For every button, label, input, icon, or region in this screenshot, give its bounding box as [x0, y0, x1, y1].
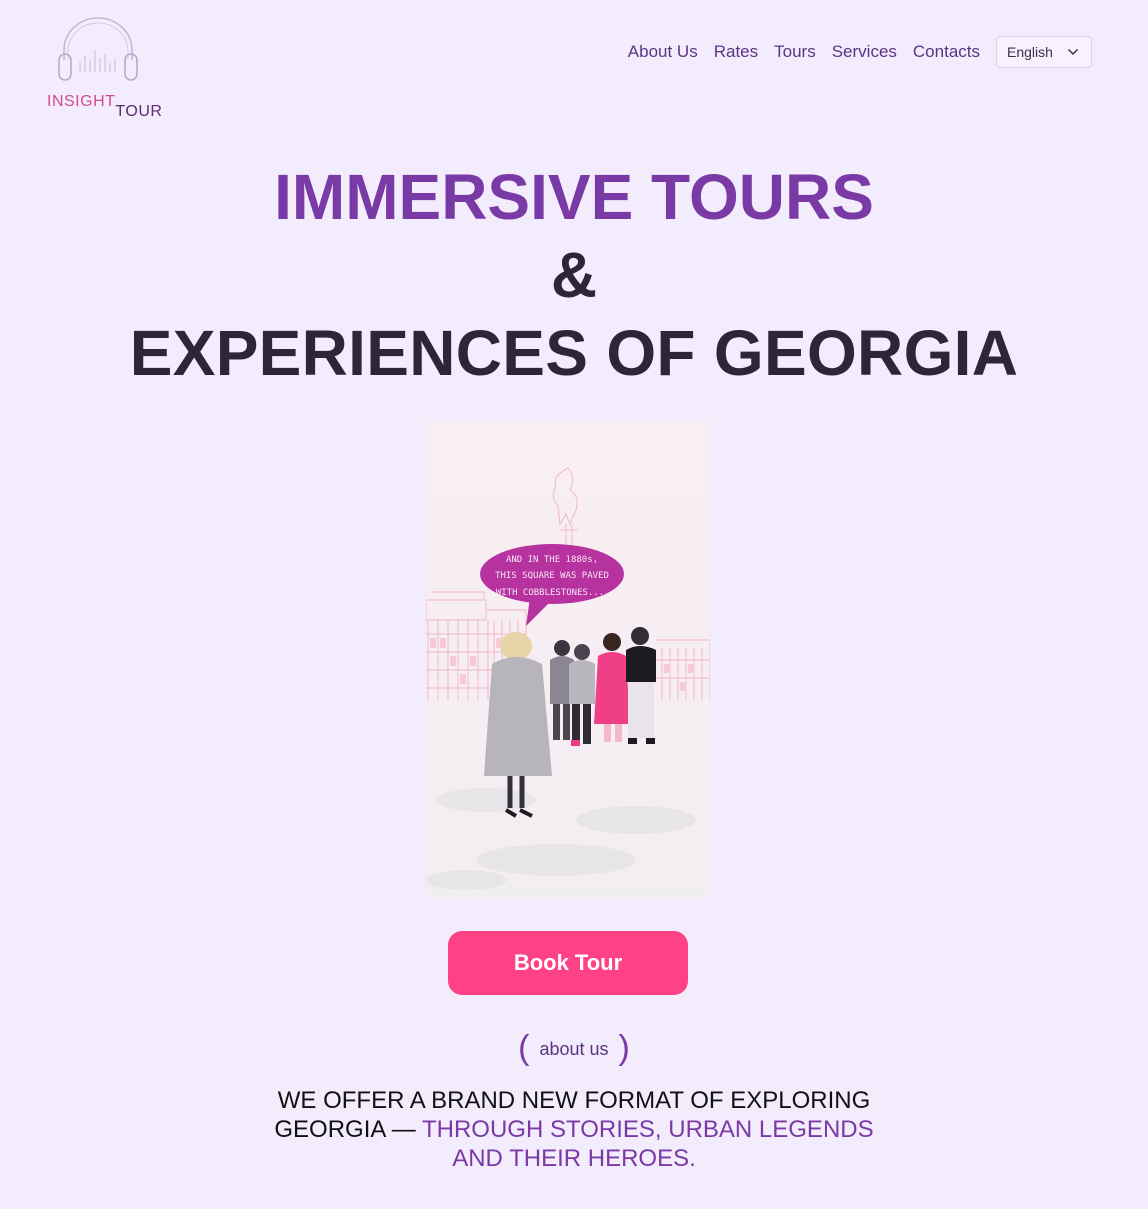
- logo-tour: TOUR: [115, 103, 163, 120]
- main-nav: About Us Rates Tours Services Contacts E…: [612, 36, 1092, 68]
- hero-illustration: AND IN THE 1880s, THIS SQUARE WAS PAVED …: [426, 420, 710, 898]
- about-us-label: about us: [539, 1038, 609, 1059]
- book-tour-button[interactable]: Book Tour: [448, 931, 688, 995]
- nav-contacts[interactable]: Contacts: [913, 36, 980, 68]
- nav-rates[interactable]: Rates: [714, 36, 758, 68]
- speech-line-2: THIS SQUARE WAS PAVED: [495, 571, 609, 581]
- hero-line-3: EXPERIENCES OF GEORGIA: [129, 317, 1019, 389]
- chevron-down-icon: [1067, 48, 1079, 56]
- speech-line-3: WITH COBBLESTONES...: [496, 588, 604, 598]
- offer-line-2-plain: GEORGIA —: [274, 1116, 422, 1143]
- offer-line-2: GEORGIA — THROUGH STORIES, URBAN LEGENDS: [0, 1115, 1148, 1144]
- about-us-tag: ( about us ): [0, 1030, 1148, 1066]
- nav-tours[interactable]: Tours: [774, 36, 816, 68]
- offer-statement: WE OFFER A BRAND NEW FORMAT OF EXPLORING…: [0, 1086, 1148, 1173]
- headphones-icon: [58, 17, 138, 81]
- site-logo[interactable]: INSIGHTTOUR: [44, 16, 162, 124]
- open-paren: (: [518, 1029, 530, 1067]
- logo-insight: INSIGHT: [47, 93, 116, 110]
- close-paren: ): [618, 1029, 630, 1067]
- hero-line-1: IMMERSIVE TOURS: [274, 161, 874, 233]
- logo-wordmark: INSIGHTTOUR: [47, 93, 162, 120]
- nav-about-us[interactable]: About Us: [628, 36, 698, 68]
- language-select[interactable]: English: [996, 36, 1092, 68]
- offer-line-2-accent: THROUGH STORIES, URBAN LEGENDS: [421, 1116, 874, 1143]
- speech-line-1: AND IN THE 1880s,: [506, 555, 598, 565]
- hero-line-2: &: [550, 239, 598, 311]
- offer-line-1: WE OFFER A BRAND NEW FORMAT OF EXPLORING: [277, 1087, 871, 1114]
- offer-line-3: AND THEIR HEROES.: [452, 1145, 696, 1172]
- hero-heading: IMMERSIVE TOURS & EXPERIENCES OF GEORGIA: [0, 158, 1148, 392]
- nav-services[interactable]: Services: [832, 36, 897, 68]
- language-selected: English: [1007, 44, 1053, 60]
